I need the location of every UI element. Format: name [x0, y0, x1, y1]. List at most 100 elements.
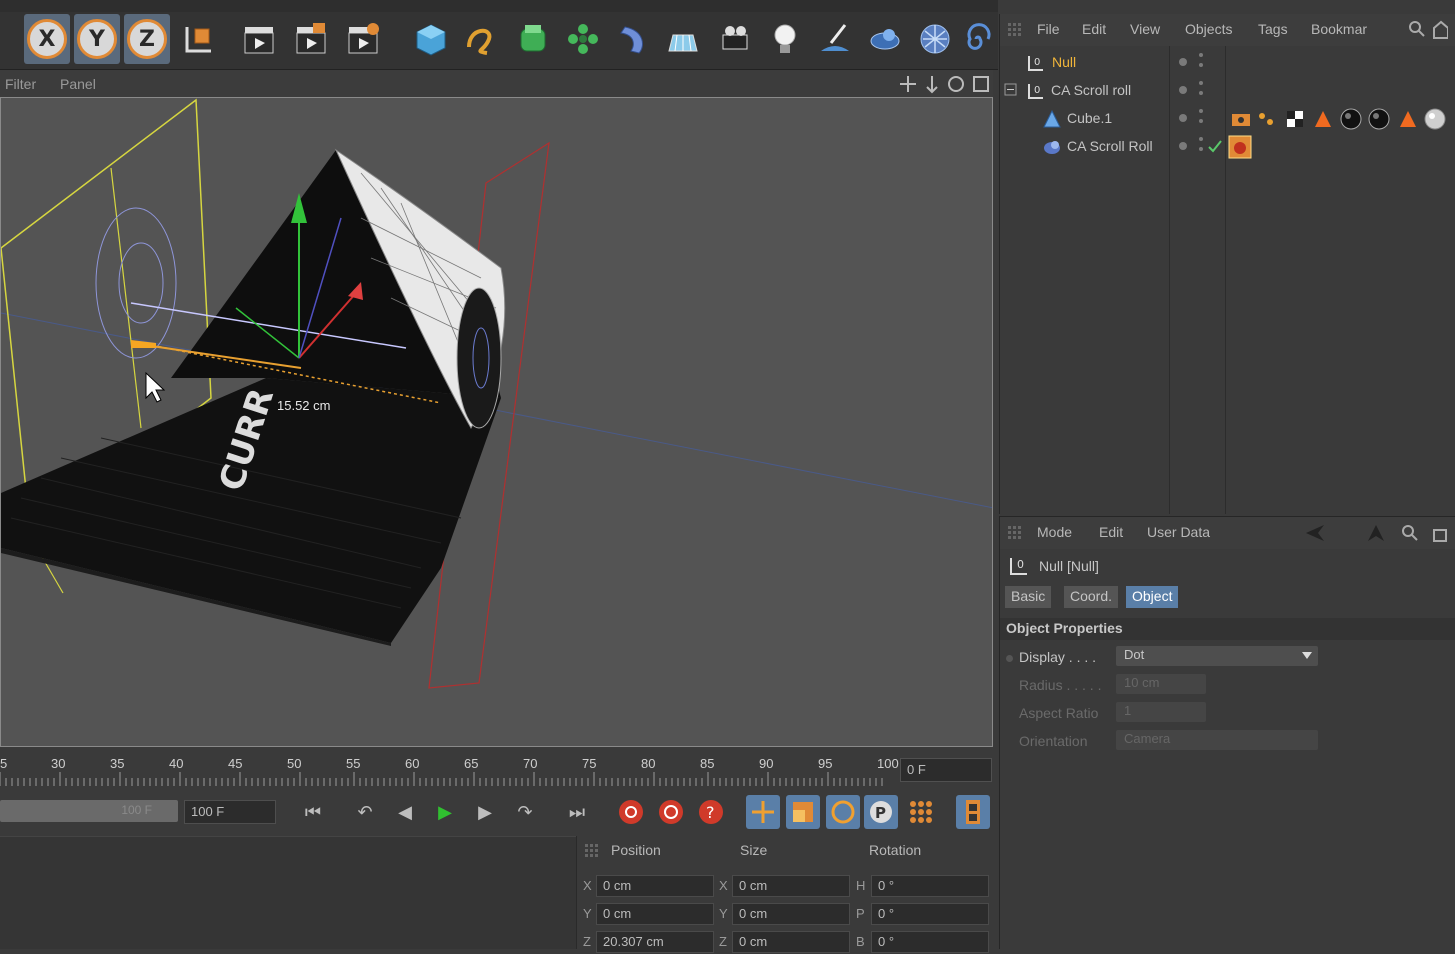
render-view-button[interactable]	[236, 14, 282, 64]
collapse-toggle-icon[interactable]	[1004, 83, 1018, 97]
go-to-end-button[interactable]: ⏭	[560, 795, 594, 829]
editor-visibility-dot[interactable]	[1179, 86, 1187, 94]
size-x-field[interactable]: 0 cm	[732, 875, 850, 897]
play-button[interactable]: ▶	[428, 795, 462, 829]
object-row-cube-1[interactable]: Cube.1	[1000, 105, 1455, 133]
render-visibility-dot[interactable]	[1199, 137, 1203, 141]
rotation-p-field[interactable]: 0 °	[871, 903, 989, 925]
position-x-field[interactable]: 0 cm	[596, 875, 714, 897]
size-axis-label: Z	[719, 934, 727, 949]
aspect-ratio-field[interactable]: 1	[1116, 702, 1206, 722]
texture-checker-tag-icon[interactable]	[1284, 108, 1306, 130]
phong-tag-2-icon[interactable]	[1397, 108, 1419, 130]
preview-range-slider[interactable]: 100 F	[0, 800, 178, 822]
orientation-dropdown[interactable]: Camera	[1116, 730, 1318, 750]
menu-view[interactable]: View	[1130, 21, 1160, 37]
z-axis-lock-button[interactable]: Z	[124, 14, 170, 64]
menu-tags[interactable]: Tags	[1258, 21, 1288, 37]
radius-field[interactable]: 10 cm	[1116, 674, 1206, 694]
key-scale-button[interactable]	[786, 795, 820, 829]
position-y-field[interactable]: 0 cm	[596, 903, 714, 925]
deformer-button[interactable]	[610, 14, 656, 64]
next-frame-button[interactable]: ▶	[468, 795, 502, 829]
x-axis-lock-button[interactable]: X	[24, 14, 70, 64]
render-visibility-dot[interactable]	[1199, 109, 1203, 113]
tab-basic[interactable]: Basic	[1005, 586, 1052, 608]
camera-object-button[interactable]	[712, 14, 758, 64]
3d-viewport[interactable]: CURR 15.52 cm	[0, 97, 993, 747]
attribute-manager-menu: Mode Edit User Data	[1000, 517, 1455, 549]
om-tools[interactable]	[1408, 20, 1448, 40]
y-axis-icon: Y	[77, 19, 117, 59]
menu-objects[interactable]: Objects	[1185, 21, 1232, 37]
up-arrow-icon	[1368, 525, 1384, 541]
editor-visibility-dot[interactable]	[1179, 114, 1187, 122]
menu-user-data[interactable]: User Data	[1147, 524, 1210, 540]
material-tag-black-icon[interactable]	[1340, 108, 1362, 130]
go-to-start-button[interactable]: ⏮	[296, 795, 330, 829]
rotation-h-field[interactable]: 0 °	[871, 875, 989, 897]
size-y-field[interactable]: 0 cm	[732, 903, 850, 925]
autokeying-button[interactable]	[654, 795, 688, 829]
plugin-tag-icon[interactable]	[1227, 134, 1253, 160]
size-z-field[interactable]: 0 cm	[732, 931, 850, 953]
object-row-ca-scroll-roll-deformer[interactable]: CA Scroll Roll	[1000, 133, 1455, 161]
viewport-menu-filter[interactable]: Filter	[5, 76, 36, 92]
subdivision-surface-button[interactable]	[510, 14, 556, 64]
animate-dot[interactable]	[1006, 655, 1013, 662]
material-tag-white-icon[interactable]	[1424, 108, 1446, 130]
phong-tag-icon[interactable]	[1312, 108, 1334, 130]
menu-edit[interactable]: Edit	[1099, 524, 1123, 540]
current-frame-field[interactable]: 0 F	[900, 758, 992, 782]
object-row-ca-scroll-roll[interactable]: 0 CA Scroll roll	[1000, 77, 1455, 105]
array-generator-button[interactable]	[560, 14, 606, 64]
keyframe-selection-button[interactable]: ?	[694, 795, 728, 829]
render-visibility-dot[interactable]	[1199, 53, 1203, 57]
compositing-tag-icon[interactable]	[1230, 108, 1252, 130]
coordinate-system-button[interactable]	[176, 14, 222, 64]
cube-object-button[interactable]	[408, 14, 454, 64]
floor-object-button[interactable]	[660, 14, 706, 64]
menu-file[interactable]: File	[1037, 21, 1060, 37]
scene-spiral-button[interactable]	[960, 14, 996, 64]
menu-edit[interactable]: Edit	[1082, 21, 1106, 37]
spline-pen-button[interactable]	[458, 14, 504, 64]
previous-keyframe-button[interactable]: ↶	[348, 795, 382, 829]
mograph-button[interactable]	[862, 14, 908, 64]
key-pla-button[interactable]	[904, 795, 938, 829]
timeline-ruler[interactable]: 5 30 35 40 45 50 55 60 65 70 75 80 85 90 95 100	[0, 748, 993, 790]
record-keys-button[interactable]	[614, 795, 648, 829]
tab-coord[interactable]: Coord.	[1064, 586, 1119, 608]
object-row-null[interactable]: 0 Null	[1000, 49, 1455, 77]
viewport-menu-panel[interactable]: Panel	[60, 76, 96, 92]
menu-bookmarks[interactable]: Bookmar	[1311, 21, 1367, 37]
hair-tool-button[interactable]	[912, 14, 958, 64]
y-axis-lock-button[interactable]: Y	[74, 14, 120, 64]
light-object-button[interactable]	[762, 14, 808, 64]
display-dropdown[interactable]: Dot	[1116, 646, 1318, 666]
viewport-nav-icons[interactable]	[898, 74, 990, 94]
enabled-check-icon[interactable]	[1207, 138, 1223, 154]
sculpt-tool-button[interactable]	[812, 14, 858, 64]
material-tag-black-2-icon[interactable]	[1368, 108, 1390, 130]
menu-mode[interactable]: Mode	[1037, 524, 1072, 540]
rotation-b-field[interactable]: 0 °	[871, 931, 989, 953]
xpresso-tag-icon[interactable]	[1256, 108, 1278, 130]
key-position-button[interactable]	[746, 795, 780, 829]
points-key-icon	[910, 801, 932, 823]
editor-visibility-dot[interactable]	[1179, 58, 1187, 66]
go-to-start-icon: ⏮	[304, 801, 322, 823]
key-parameter-button[interactable]: P	[864, 795, 898, 829]
render-visibility-dot[interactable]	[1199, 81, 1203, 85]
end-frame-field[interactable]: 100 F	[184, 800, 276, 824]
render-settings-button[interactable]	[340, 14, 386, 64]
tab-object[interactable]: Object	[1126, 586, 1179, 608]
key-rotation-button[interactable]	[826, 795, 860, 829]
am-nav-tools[interactable]	[1304, 523, 1452, 543]
editor-visibility-dot[interactable]	[1179, 142, 1187, 150]
previous-frame-button[interactable]: ◀	[388, 795, 422, 829]
next-keyframe-button[interactable]: ↷	[508, 795, 542, 829]
timeline-window-button[interactable]	[956, 795, 990, 829]
render-picture-viewer-button[interactable]	[288, 14, 334, 64]
position-z-field[interactable]: 20.307 cm	[596, 931, 714, 953]
